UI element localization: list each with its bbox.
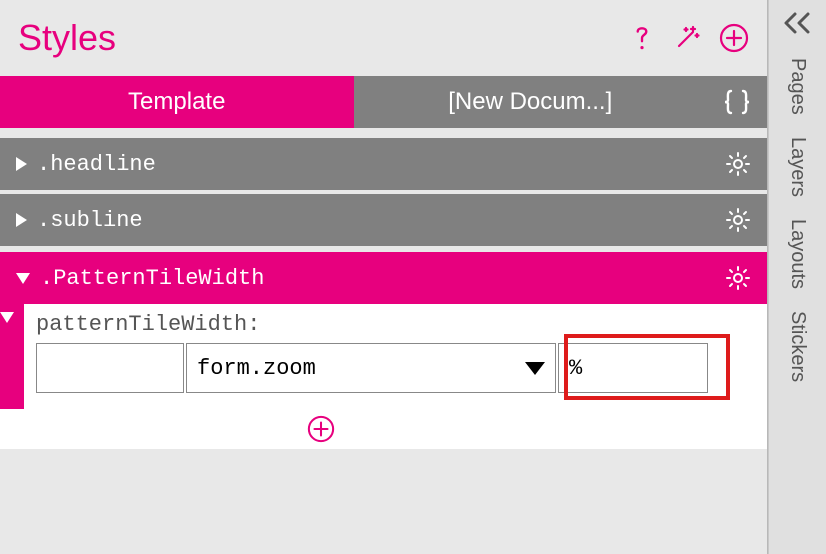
tab-document[interactable]: [New Docum...] [354,76,708,128]
chevron-down-icon [525,362,545,375]
panel-title: Styles [18,17,629,59]
chevron-right-icon [16,213,27,227]
gear-icon[interactable] [725,265,751,291]
gear-icon[interactable] [725,207,751,233]
property-source-select[interactable]: form.zoom [186,343,556,393]
add-property-row [0,409,767,449]
style-row-subline-label: .subline [37,208,725,233]
style-row-patterntilewidth-label: .PatternTileWidth [40,266,725,291]
property-unit-input[interactable] [558,343,708,393]
chevron-right-icon [16,157,27,171]
side-tab-stickers[interactable]: Stickers [786,311,809,382]
tab-document-label: [New Docum...] [448,88,612,116]
add-icon[interactable] [719,23,749,53]
property-value-input[interactable] [36,343,184,393]
collapse-icon[interactable] [781,0,815,58]
panel-header: Styles [0,0,767,76]
gear-icon[interactable] [725,151,751,177]
help-icon[interactable] [629,23,655,53]
style-row-patterntilewidth[interactable]: .PatternTileWidth [0,248,767,304]
property-source-label: form.zoom [197,356,316,381]
tab-braces[interactable] [707,76,767,128]
chevron-down-icon [16,273,30,284]
side-tab-layers[interactable]: Layers [786,137,809,197]
wand-icon[interactable] [673,24,701,52]
side-tab-layouts[interactable]: Layouts [786,219,809,289]
tab-template-label: Template [128,88,225,116]
tabs: Template [New Docum...] [0,76,767,128]
tab-template[interactable]: Template [0,76,354,128]
property-name: patternTileWidth: [36,312,755,337]
style-row-headline[interactable]: .headline [0,136,767,192]
property-handle[interactable] [0,304,24,409]
add-icon[interactable] [307,415,335,443]
style-row-subline[interactable]: .subline [0,192,767,248]
side-panel-tabs: Pages Layers Layouts Stickers [768,0,826,554]
style-row-headline-label: .headline [37,152,725,177]
chevron-down-icon [0,312,14,323]
side-tab-pages[interactable]: Pages [786,58,809,115]
